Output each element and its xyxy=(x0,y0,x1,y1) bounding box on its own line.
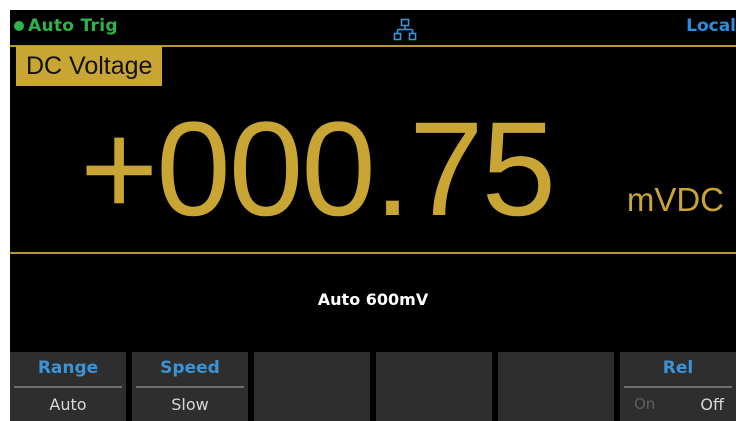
softkey-value: Auto xyxy=(49,395,87,414)
softkey-label: Speed xyxy=(160,358,220,378)
softkey-divider xyxy=(624,386,732,388)
softkey-value: Slow xyxy=(171,395,209,414)
softkey-divider xyxy=(14,386,122,388)
reading-divider xyxy=(10,252,736,254)
rel-on-option: On xyxy=(634,395,656,413)
trigger-status-dot xyxy=(14,21,24,31)
measurement-mode-badge: DC Voltage xyxy=(16,46,163,86)
softkey-empty-5[interactable] xyxy=(498,352,614,421)
softkey-empty-3[interactable] xyxy=(254,352,370,421)
softkey-speed[interactable]: Speed Slow xyxy=(132,352,248,421)
dmm-display: Auto Trig Local DC Voltage +000.75 mVDC … xyxy=(10,10,736,421)
range-info: Auto 600mV xyxy=(317,290,429,309)
softkey-range[interactable]: Range Auto xyxy=(10,352,126,421)
softkey-label: Range xyxy=(37,358,99,378)
softkey-rel[interactable]: Rel On Off xyxy=(620,352,736,421)
status-bar: Auto Trig Local xyxy=(10,10,736,46)
softkey-empty-4[interactable] xyxy=(376,352,492,421)
reading-unit: mVDC xyxy=(626,181,724,218)
rel-off-option: Off xyxy=(700,395,724,414)
reading-value: +000.75 xyxy=(80,95,556,244)
lan-network-icon xyxy=(393,18,417,41)
softkey-label: Rel xyxy=(662,358,694,378)
softkey-divider xyxy=(136,386,244,388)
trigger-status: Auto Trig xyxy=(28,16,118,36)
remote-status: Local xyxy=(686,16,736,36)
